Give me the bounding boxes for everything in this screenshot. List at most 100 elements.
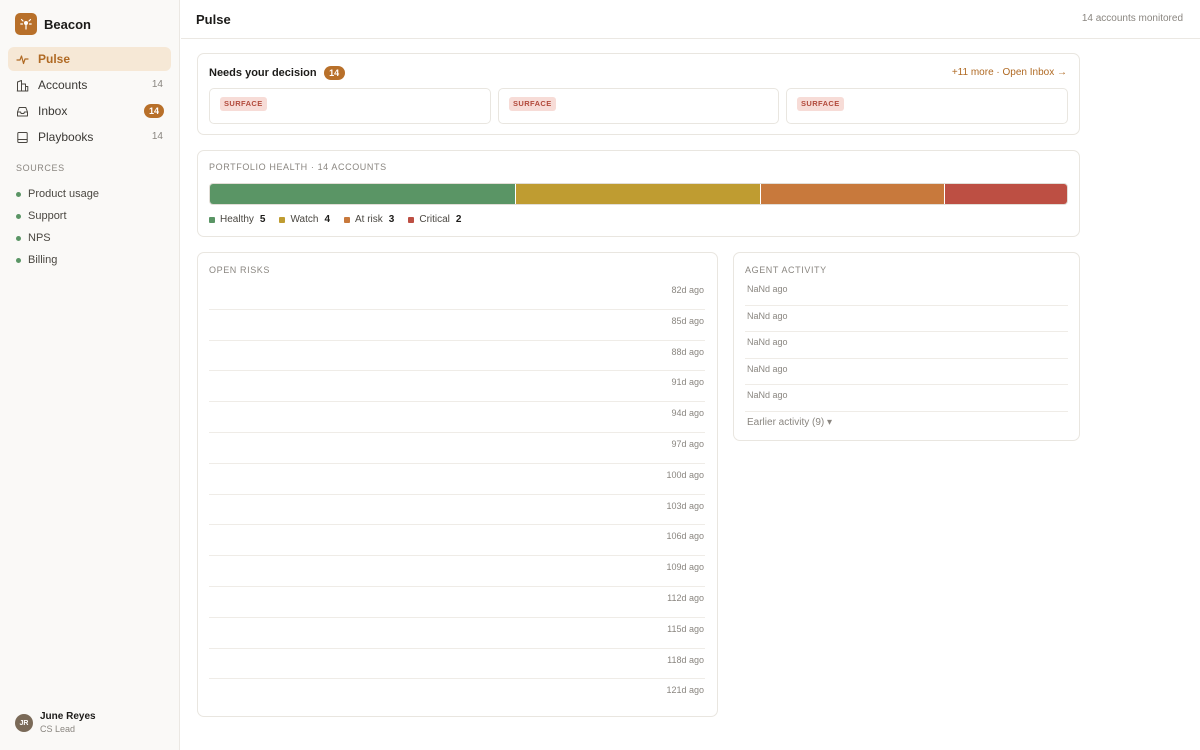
accounts-monitored: 14 accounts monitored	[1081, 13, 1183, 24]
risk-row[interactable]: 91d ago	[209, 371, 705, 403]
open-risks-heading: OPEN RISKS	[209, 265, 271, 275]
nav-item-inbox[interactable]: Inbox 14	[8, 99, 171, 123]
source-item-nps[interactable]: NPS	[16, 227, 99, 249]
risk-row[interactable]: 82d ago	[209, 279, 705, 310]
risk-age: 82d ago	[671, 285, 704, 295]
beacon-logo-icon	[15, 13, 37, 35]
legend-count: 5	[259, 214, 266, 225]
activity-row[interactable]: NaNd ago	[745, 359, 1068, 386]
legend-count: 2	[455, 214, 462, 225]
user-profile[interactable]: JR June Reyes CS Lead	[15, 711, 96, 735]
legend-swatch	[344, 216, 350, 223]
risk-row[interactable]: 106d ago	[209, 525, 705, 557]
decision-item[interactable]: SURFACE	[786, 88, 1068, 124]
health-segment-at-risk[interactable]	[760, 184, 944, 204]
sources-list: Product usage Support NPS Billing	[16, 183, 99, 271]
health-segment-watch[interactable]	[515, 184, 760, 204]
playbooks-count: 14	[151, 131, 163, 142]
legend-count: 3	[388, 214, 395, 225]
sources-heading: SOURCES	[16, 163, 65, 173]
health-distribution-bar	[209, 183, 1068, 205]
buildings-icon	[16, 79, 29, 92]
nav-item-playbooks[interactable]: Playbooks 14	[8, 125, 171, 149]
health-segment-critical[interactable]	[944, 184, 1067, 204]
risk-row[interactable]: 109d ago	[209, 556, 705, 587]
source-item-support[interactable]: Support	[16, 205, 99, 227]
book-icon	[16, 131, 29, 144]
activity-age: NaNd ago	[747, 284, 788, 294]
status-dot-icon	[16, 213, 21, 219]
activity-row[interactable]: NaNd ago	[745, 279, 1068, 306]
health-segment-healthy[interactable]	[210, 184, 515, 204]
risk-age: 97d ago	[671, 438, 704, 449]
agent-activity-heading: AGENT ACTIVITY	[745, 265, 827, 275]
activity-row[interactable]: NaNd ago	[745, 332, 1068, 359]
risk-row[interactable]: 97d ago	[209, 433, 705, 464]
source-item-product-usage[interactable]: Product usage	[16, 183, 99, 205]
status-dot-icon	[16, 257, 21, 263]
decision-title: Needs your decision	[209, 67, 317, 79]
decision-count-badge: 14	[323, 66, 345, 80]
legend-label: Critical	[419, 214, 450, 225]
risk-age: 118d ago	[667, 654, 704, 665]
risk-age: 112d ago	[667, 592, 704, 603]
risk-row[interactable]: 94d ago	[209, 402, 705, 433]
main-nav: Pulse Accounts 14 Inbox 14 Playbooks 14	[8, 47, 171, 151]
activity-age: NaNd ago	[747, 363, 788, 374]
legend-swatch	[408, 216, 415, 223]
decision-header: Needs your decision 14	[209, 66, 345, 80]
status-dot-icon	[16, 235, 21, 241]
brand-name: Beacon	[44, 16, 91, 32]
nav-item-accounts[interactable]: Accounts 14	[8, 73, 171, 97]
legend-item-healthy[interactable]: Healthy 5	[209, 214, 265, 225]
open-inbox-link[interactable]: +11 more · Open Inbox →	[952, 67, 1067, 78]
risk-age: 100d ago	[666, 469, 704, 480]
legend-label: At risk	[355, 214, 383, 225]
risk-age: 91d ago	[671, 377, 704, 388]
risk-row[interactable]: 100d ago	[209, 464, 705, 495]
earlier-activity-toggle[interactable]: Earlier activity (9) ▾	[747, 417, 832, 428]
brand[interactable]: Beacon	[15, 13, 91, 35]
activity-row[interactable]: NaNd ago	[745, 385, 1068, 412]
risk-age: 106d ago	[666, 531, 704, 542]
user-name: June Reyes	[40, 711, 96, 722]
nav-label-accounts: Accounts	[38, 78, 88, 92]
legend-swatch	[279, 216, 286, 223]
activity-age: NaNd ago	[747, 390, 788, 401]
source-item-billing[interactable]: Billing	[16, 249, 99, 271]
avatar: JR	[15, 714, 33, 732]
risk-row[interactable]: 103d ago	[209, 495, 705, 526]
source-label: Billing	[28, 254, 58, 266]
page-title: Pulse	[196, 12, 231, 27]
pulse-icon	[16, 53, 29, 66]
legend-count: 4	[324, 214, 330, 225]
health-legend: Healthy 5 Watch 4 At risk 3 Critical 2	[209, 214, 475, 225]
surface-tag: SURFACE	[797, 97, 844, 111]
risk-age: 121d ago	[666, 685, 704, 696]
risk-row[interactable]: 121d ago	[209, 679, 705, 710]
risk-row[interactable]: 88d ago	[209, 341, 705, 372]
decision-item[interactable]: SURFACE	[498, 88, 779, 124]
activity-row[interactable]: NaNd ago	[745, 306, 1068, 333]
surface-tag: SURFACE	[220, 97, 267, 111]
risk-row[interactable]: 112d ago	[209, 587, 705, 618]
risk-row[interactable]: 115d ago	[209, 618, 705, 649]
activity-age: NaNd ago	[747, 337, 788, 348]
legend-item-at-risk[interactable]: At risk 3	[344, 214, 394, 225]
risk-age: 115d ago	[667, 623, 704, 634]
risk-age: 94d ago	[671, 408, 704, 419]
inbox-icon	[16, 105, 29, 118]
nav-item-pulse[interactable]: Pulse	[8, 47, 171, 71]
risk-row[interactable]: 85d ago	[209, 310, 705, 341]
risk-age: 109d ago	[666, 562, 704, 573]
status-dot-icon	[16, 191, 21, 197]
portfolio-health-heading: PORTFOLIO HEALTH · 14 ACCOUNTS	[209, 162, 387, 172]
nav-label-pulse: Pulse	[38, 52, 71, 66]
decision-item[interactable]: SURFACE	[209, 88, 491, 124]
legend-item-critical[interactable]: Critical 2	[408, 214, 461, 225]
agent-activity-card: AGENT ACTIVITY NaNd ago NaNd ago NaNd ago N…	[733, 252, 1080, 441]
activity-list: NaNd ago NaNd ago NaNd ago NaNd ago NaNd ago	[745, 279, 1068, 412]
legend-item-watch[interactable]: Watch 4	[279, 214, 330, 225]
risk-row[interactable]: 118d ago	[209, 649, 705, 680]
decision-card: Needs your decision 14 +11 more · Open I…	[197, 53, 1080, 135]
